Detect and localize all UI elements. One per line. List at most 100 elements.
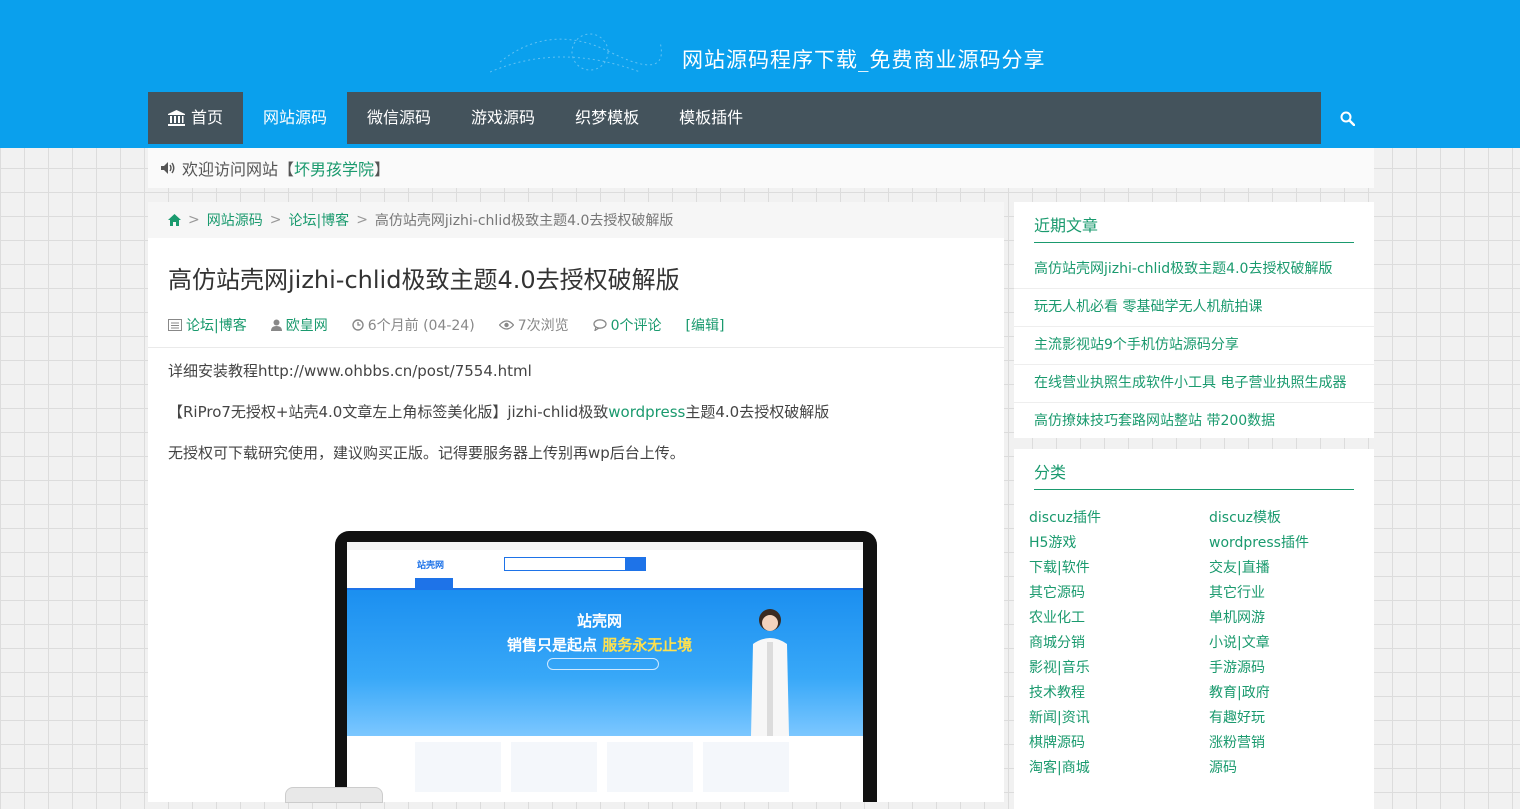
main-nav: 首页 网站源码 微信源码 游戏源码 织梦模板 模板插件: [0, 92, 1520, 148]
preview-card: [703, 742, 789, 792]
meta-views: 7次浏览: [498, 315, 569, 335]
edit-link[interactable]: [编辑]: [686, 315, 725, 335]
recent-post-link[interactable]: 高仿撩妹技巧套路网站整站 带200数据: [1014, 403, 1374, 440]
preview-logo: 站壳网: [417, 560, 445, 571]
preview-slogan-a: 销售只是起点: [507, 636, 598, 654]
nav-item-dede-templates[interactable]: 织梦模板: [555, 92, 659, 144]
notice-suffix: 】: [374, 160, 391, 179]
post-title: 高仿站壳网jizhi-chlid极致主题4.0去授权破解版: [168, 266, 680, 294]
notice-site-link[interactable]: 坏男孩学院: [294, 156, 374, 180]
paragraph: 无授权可下载研究使用，建议购买正版。记得要服务器上传别再wp后台上传。: [168, 444, 685, 462]
post-meta: 论坛|博客 欧皇网 6个月前 (04-24) 7次浏览 0个评论 [编辑]: [168, 315, 984, 335]
category-link[interactable]: 涨粉营销: [1209, 731, 1389, 756]
widget-title: 近期文章: [1034, 202, 1354, 243]
recent-post-link[interactable]: 高仿站壳网jizhi-chlid极致主题4.0去授权破解版: [1014, 251, 1374, 289]
category-link[interactable]: 论坛|博客: [186, 315, 247, 335]
preview-brand: 站壳网: [577, 612, 623, 630]
category-link[interactable]: 小说|文章: [1209, 631, 1389, 656]
eye-icon: [498, 320, 514, 330]
comments-link[interactable]: 0个评论: [611, 315, 662, 335]
category-link[interactable]: 手游源码: [1209, 656, 1389, 681]
category-link[interactable]: 新闻|资讯: [1029, 706, 1209, 731]
category-link[interactable]: 有趣好玩: [1209, 706, 1389, 731]
nav-item-game-source[interactable]: 游戏源码: [451, 92, 555, 144]
nav-item-home[interactable]: 首页: [148, 92, 243, 144]
list-icon: [168, 319, 182, 331]
category-link[interactable]: 其它源码: [1029, 581, 1209, 606]
comment-icon: [592, 319, 607, 331]
category-link[interactable]: 技术教程: [1029, 681, 1209, 706]
recent-post-link[interactable]: 玩无人机必看 零基础学无人机航拍课: [1014, 289, 1374, 327]
preview-banner: 站壳网 销售只是起点 服务永无止境: [347, 590, 863, 736]
recent-post-link[interactable]: 主流影视站9个手机仿站源码分享: [1014, 327, 1374, 365]
view-count: 7次浏览: [517, 318, 569, 334]
preview-topbar: [347, 542, 863, 550]
nav-item-template-plugins[interactable]: 模板插件: [659, 92, 763, 144]
category-link[interactable]: 淘客|商城: [1029, 756, 1209, 781]
breadcrumb-item[interactable]: 网站源码: [207, 210, 263, 230]
preview-slogan: 销售只是起点 服务永无止境: [507, 634, 692, 655]
breadcrumb-sep: >: [269, 212, 282, 228]
preview-header: 站壳网: [347, 550, 863, 578]
paragraph-text: 主题4.0去授权破解版: [685, 403, 830, 421]
category-link[interactable]: 其它行业: [1209, 581, 1389, 606]
preview-search-button: [626, 557, 647, 571]
category-link[interactable]: 棋牌源码: [1029, 731, 1209, 756]
category-link[interactable]: 商城分销: [1029, 631, 1209, 656]
category-link[interactable]: 交友|直播: [1209, 556, 1389, 581]
meta-comments: 0个评论: [592, 315, 662, 335]
preview-card: [607, 742, 693, 792]
meta-category: 论坛|博客: [168, 315, 247, 335]
notice-prefix: 欢迎访问网站【: [182, 160, 295, 179]
site-header: 网站源码程序下载_免费商业源码分享: [0, 0, 1520, 92]
category-link[interactable]: wordpress插件: [1209, 531, 1389, 556]
breadcrumb-sep: >: [188, 212, 200, 228]
preview-card: [415, 742, 501, 792]
nav-item-website-source[interactable]: 网站源码: [243, 92, 348, 144]
wordpress-link[interactable]: wordpress: [608, 403, 685, 421]
logo-watermark-icon: [490, 33, 662, 73]
nav-label: 首页: [191, 108, 224, 127]
meta-author: 欧皇网: [270, 315, 328, 335]
paragraph: 【RiPro7无授权+站壳4.0文章左上角标签美化版】jizhi-chlid极致…: [168, 400, 984, 424]
site-title[interactable]: 网站源码程序下载_免费商业源码分享: [682, 44, 1046, 74]
person-illustration-icon: [751, 609, 789, 736]
preview-slogan-b: 服务永无止境: [602, 636, 693, 654]
recent-list: 高仿站壳网jizhi-chlid极致主题4.0去授权破解版 玩无人机必看 零基础…: [1014, 251, 1374, 440]
preview-nav: [347, 578, 863, 590]
search-button[interactable]: [1321, 92, 1374, 144]
article-panel: > 网站源码 > 论坛|博客 > 高仿站壳网jizhi-chlid极致主题4.0…: [148, 202, 1004, 802]
meta-divider: [148, 347, 1004, 348]
breadcrumb-current: 高仿站壳网jizhi-chlid极致主题4.0去授权破解版: [374, 213, 674, 229]
category-link[interactable]: 单机网游: [1209, 606, 1389, 631]
post-time: 6个月前 (04-24): [367, 318, 475, 334]
notice-bar: 欢迎访问网站【 坏男孩学院】: [148, 148, 1374, 188]
recent-post-link[interactable]: 在线营业执照生成软件小工具 电子营业执照生成器: [1014, 365, 1374, 403]
breadcrumb: > 网站源码 > 论坛|博客 > 高仿站壳网jizhi-chlid极致主题4.0…: [148, 202, 1004, 238]
breadcrumb-item[interactable]: 论坛|博客: [288, 210, 349, 230]
preview-cards: [347, 736, 863, 798]
category-link[interactable]: 农业化工: [1029, 606, 1209, 631]
category-link[interactable]: discuz模板: [1209, 506, 1389, 531]
device-stand: [285, 787, 383, 803]
preview-card: [511, 742, 597, 792]
bank-icon: [168, 110, 185, 126]
breadcrumb-sep: >: [356, 212, 368, 228]
paragraph-text: 【RiPro7无授权+站壳4.0文章左上角标签美化版】jizhi-chlid极致: [168, 403, 609, 421]
category-grid: discuz插件 discuz模板 H5游戏 wordpress插件 下载|软件…: [1014, 490, 1374, 781]
category-link[interactable]: H5游戏: [1029, 531, 1209, 556]
author-link[interactable]: 欧皇网: [286, 315, 328, 335]
user-icon: [270, 319, 282, 331]
nav-item-wechat-source[interactable]: 微信源码: [347, 92, 451, 144]
category-link[interactable]: discuz插件: [1029, 506, 1209, 531]
search-icon: [1340, 111, 1355, 126]
post-image[interactable]: 站壳网 站壳网 销售只是起点 服务永无止境: [335, 531, 877, 802]
category-link[interactable]: 源码: [1209, 756, 1389, 781]
category-link[interactable]: 影视|音乐: [1029, 656, 1209, 681]
home-icon[interactable]: [168, 214, 181, 226]
clock-icon: [352, 319, 364, 331]
category-link[interactable]: 下载|软件: [1029, 556, 1209, 581]
recent-posts-widget: 近期文章 高仿站壳网jizhi-chlid极致主题4.0去授权破解版 玩无人机必…: [1014, 202, 1374, 438]
category-link[interactable]: 教育|政府: [1209, 681, 1389, 706]
nav-bar: 首页 网站源码 微信源码 游戏源码 织梦模板 模板插件: [148, 92, 1374, 144]
